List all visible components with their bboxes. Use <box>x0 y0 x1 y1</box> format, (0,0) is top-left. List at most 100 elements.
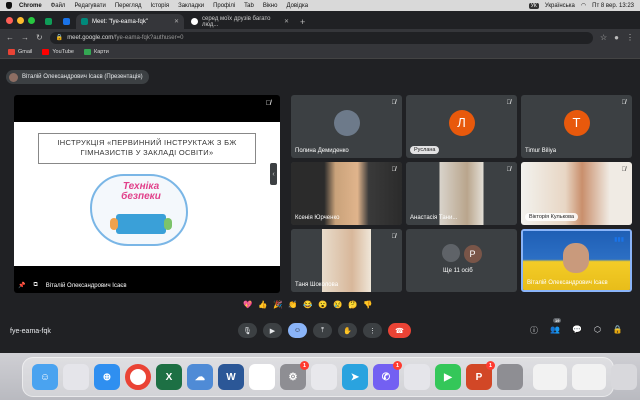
camera-toggle-button[interactable]: ▶ <box>263 323 282 338</box>
onedrive-icon[interactable]: ☁ <box>187 364 213 390</box>
apple-icon[interactable] <box>6 2 12 9</box>
star-icon[interactable]: ☆ <box>600 33 607 42</box>
participant-tile[interactable]: 🎙̸ Анастасія Тани... <box>406 162 517 225</box>
freeform-icon[interactable] <box>249 364 275 390</box>
collapse-handle[interactable]: ‹ <box>270 163 277 185</box>
recent-document-icon[interactable] <box>533 364 567 390</box>
reaction-thinking-icon[interactable]: 🤔 <box>348 299 358 309</box>
reaction-sad-icon[interactable]: 😢 <box>333 299 343 309</box>
tab-strip: Meet: "fye-eama-fqk" ✕ серед моїх друзів… <box>0 11 640 29</box>
forward-icon[interactable]: → <box>21 33 29 42</box>
participant-tile[interactable]: 🎙̸ Полина Демиденко <box>291 95 402 158</box>
bookmark-gmail[interactable]: Gmail <box>8 49 32 55</box>
participant-tile[interactable]: P Ще 11 осіб <box>406 229 517 292</box>
menu-tab[interactable]: Tab <box>244 3 254 9</box>
leave-call-button[interactable]: ☎ <box>388 323 411 338</box>
viber-icon[interactable]: ✆ 1 <box>373 361 402 390</box>
close-window-icon[interactable] <box>6 17 13 24</box>
chat-icon[interactable]: 💬 <box>572 325 582 336</box>
menu-dots-icon[interactable]: ⋮ <box>626 33 634 42</box>
telegram-icon[interactable]: ➤ <box>342 364 368 390</box>
input-source-badge[interactable]: УК <box>528 2 539 9</box>
participant-tile[interactable]: 🎙̸ Вікторія Кулькова <box>521 162 632 225</box>
presenter-label: Віталій Олександрович Ісаєв (Презентація… <box>22 74 143 80</box>
tab-pinned[interactable] <box>58 14 74 29</box>
menu-chrome[interactable]: Chrome <box>19 3 42 9</box>
reactions-button[interactable]: ☺ <box>288 323 307 338</box>
trash-icon[interactable] <box>611 364 637 390</box>
participant-tile[interactable]: ▮▮▮ Віталій Олександрович Ісаєв <box>521 229 632 292</box>
reaction-party-icon[interactable]: 🎉 <box>273 299 283 309</box>
powerpoint-icon[interactable]: P1 <box>466 361 495 390</box>
safety-image: Техніка безпеки <box>90 174 188 246</box>
info-icon[interactable]: ⓘ <box>530 325 538 336</box>
input-source-label[interactable]: Українська <box>545 3 575 9</box>
close-tab-icon[interactable]: ✕ <box>284 18 289 25</box>
reaction-surprised-icon[interactable]: 😮 <box>318 299 328 309</box>
participant-tile[interactable]: 🎙̸ Таня Шоколова <box>291 229 402 292</box>
host-controls-icon[interactable]: 🔒 <box>613 325 623 336</box>
meet-icon <box>81 18 88 25</box>
menu-help[interactable]: Довідка <box>286 3 308 9</box>
clock[interactable]: Пт 8 вер. 13:23 <box>592 3 634 9</box>
app-icon[interactable] <box>497 364 523 390</box>
zoom-window-icon[interactable] <box>28 17 35 24</box>
finder-icon[interactable]: ☺ <box>32 364 58 390</box>
new-tab-icon[interactable]: + <box>300 17 305 27</box>
participant-tile[interactable]: T 🎙̸ Timur Biliya <box>521 95 632 158</box>
address-bar[interactable]: 🔒 meet.google.com/fye-eama-fqk?authuser=… <box>49 31 593 44</box>
reaction-heart-icon[interactable]: 💖 <box>243 299 253 309</box>
chrome-icon[interactable] <box>125 364 151 390</box>
participant-tile[interactable]: Л 🎙̸ Руслана <box>406 95 517 158</box>
reload-icon[interactable]: ↻ <box>36 33 43 42</box>
presenter-chip[interactable]: Віталій Олександрович Ісаєв (Презентація… <box>6 70 149 84</box>
bookmark-maps[interactable]: Карти <box>84 49 109 55</box>
pin-icon[interactable]: 📌 <box>18 282 25 289</box>
facetime-icon[interactable]: ▶ <box>435 364 461 390</box>
participant-tile[interactable]: 🎙̸ Ксенія Юрченко <box>291 162 402 225</box>
reaction-laugh-icon[interactable]: 😂 <box>303 299 313 309</box>
present-button[interactable]: ⤒ <box>313 323 332 338</box>
url-path: /fye-eama-fqk?authuser=0 <box>113 34 184 41</box>
presentation-stage[interactable]: 🎙̸ ІНСТРУКЦІЯ «ПЕРВИННИЙ ІНСТРУКТАЖ З БЖ… <box>14 95 280 293</box>
settings-icon[interactable]: ⚙ 1 <box>280 361 309 390</box>
bookmark-youtube[interactable]: YouTube <box>42 49 74 55</box>
back-icon[interactable]: ← <box>6 33 14 42</box>
menu-view[interactable]: Перегляд <box>115 3 142 9</box>
tab-meet[interactable]: Meet: "fye-eama-fqk" ✕ <box>76 14 184 29</box>
menu-edit[interactable]: Редагувати <box>74 3 105 9</box>
raise-hand-button[interactable]: ✋ <box>338 323 357 338</box>
mic-off-icon: 🎙̸ <box>621 167 627 173</box>
menu-profiles[interactable]: Профілі <box>213 3 235 9</box>
activities-icon[interactable]: ⬡ <box>594 325 601 336</box>
calendar-icon[interactable] <box>311 364 337 390</box>
excel-icon[interactable]: X <box>156 364 182 390</box>
people-icon[interactable]: 👥 19 <box>550 318 562 336</box>
window-controls <box>6 17 35 24</box>
recent-document-icon[interactable] <box>572 364 606 390</box>
preview-icon[interactable] <box>404 364 430 390</box>
tab-google[interactable]: серед моїх друзів багато люд... ✕ <box>186 14 294 29</box>
word-icon[interactable]: W <box>218 364 244 390</box>
reaction-thumbs-down-icon[interactable]: 👎 <box>363 299 373 309</box>
reaction-clap-icon[interactable]: 👏 <box>288 299 298 309</box>
menu-history[interactable]: Історія <box>150 3 169 9</box>
more-options-button[interactable]: ⋮ <box>363 323 382 338</box>
minimize-window-icon[interactable] <box>17 17 24 24</box>
profile-icon[interactable]: ● <box>614 33 619 42</box>
menu-window[interactable]: Вікно <box>263 3 278 9</box>
menu-bookmarks[interactable]: Закладки <box>178 3 204 9</box>
tab-sheets[interactable] <box>40 14 56 29</box>
speaker-face <box>563 243 589 273</box>
stage-name: Віталій Олександрович Ісаєв <box>45 282 127 289</box>
menu-file[interactable]: Файл <box>51 3 66 9</box>
mic-toggle-button[interactable]: 🎙 <box>238 323 257 338</box>
maps-icon <box>84 49 91 55</box>
safari-icon[interactable]: ⊕ <box>94 364 120 390</box>
reaction-thumbs-up-icon[interactable]: 👍 <box>258 299 268 309</box>
launchpad-icon[interactable] <box>63 364 89 390</box>
present-icon[interactable]: ⧉ <box>33 282 37 289</box>
stage-name-row: 📌 ⧉ Віталій Олександрович Ісаєв <box>18 282 127 289</box>
close-tab-icon[interactable]: ✕ <box>174 18 179 25</box>
wifi-icon[interactable]: ◠ <box>581 2 586 9</box>
